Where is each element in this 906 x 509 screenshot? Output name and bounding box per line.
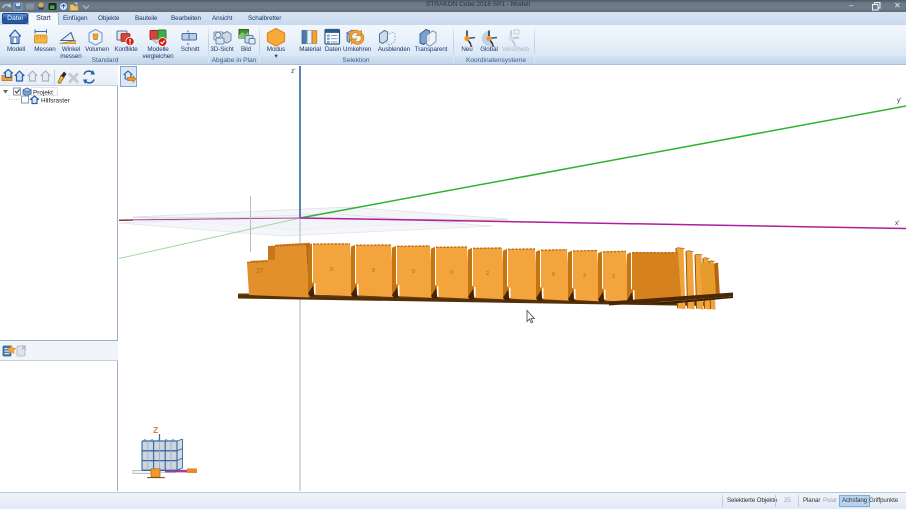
svg-text:Z: Z <box>153 425 158 435</box>
svg-text:x': x' <box>895 220 900 227</box>
svg-text:8: 8 <box>552 272 555 278</box>
svg-text:3: 3 <box>583 273 586 279</box>
svg-text:2: 2 <box>612 274 615 280</box>
svg-text:37: 37 <box>256 268 264 275</box>
svg-text:z': z' <box>291 68 296 75</box>
svg-text:Projekt: Projekt <box>33 90 53 97</box>
svg-text:y': y' <box>897 97 902 104</box>
svg-text:2: 2 <box>486 271 489 277</box>
svg-text:Hilfsraster: Hilfsraster <box>41 98 71 105</box>
svg-text:8: 8 <box>372 268 375 274</box>
svg-text:8: 8 <box>412 269 415 275</box>
svg-text:0: 0 <box>450 270 453 276</box>
svg-text:0: 0 <box>330 267 333 273</box>
